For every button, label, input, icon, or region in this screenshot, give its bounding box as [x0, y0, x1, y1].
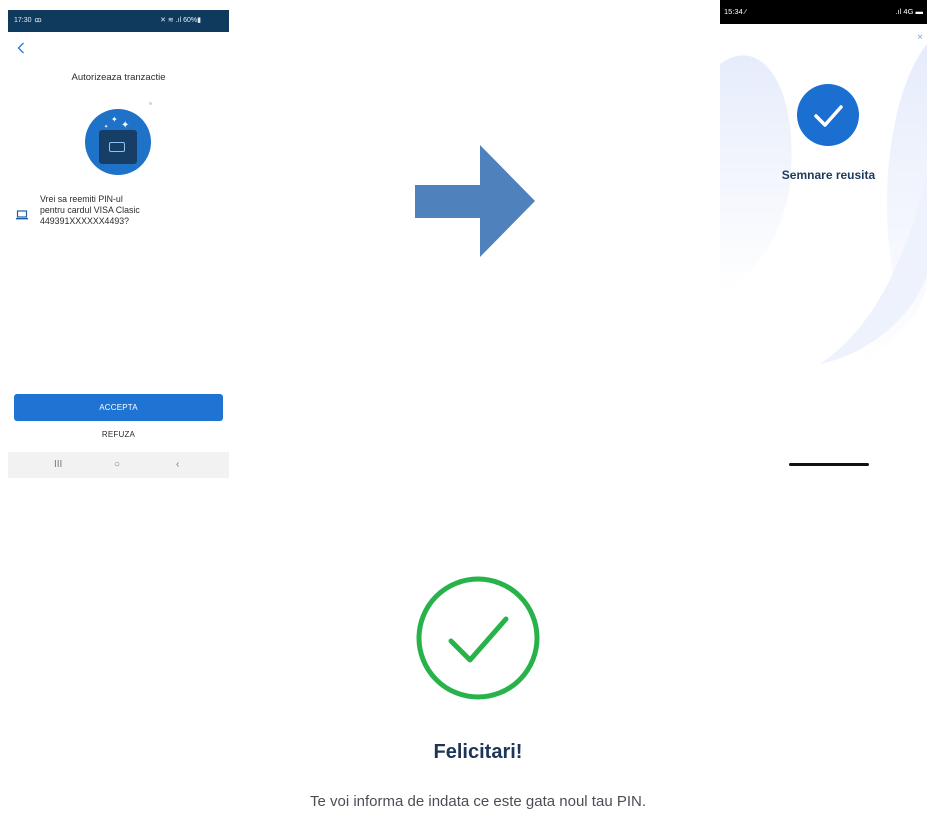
flow-arrow-icon — [415, 145, 535, 257]
back-icon[interactable] — [17, 42, 29, 56]
status-time: 15:34 ⁄ — [724, 7, 747, 16]
card-pin-illustration-icon: ✦ ✦ ✦ — [85, 109, 151, 175]
congrats-message: Te voi informa de indata ce este gata no… — [309, 793, 647, 810]
decorative-dot — [149, 102, 152, 105]
question-line: 449391XXXXXX4493? — [40, 216, 130, 226]
close-icon[interactable]: × — [917, 32, 923, 43]
status-bar: 17:30 ꝏ ✕ ≋ .ıl 60%▮ — [8, 10, 229, 32]
success-sheet: × Semnare reusita — [720, 24, 927, 470]
signing-success-screen: 15:34 ⁄ .ıl 4G ▬ × Semnare reusita — [720, 0, 927, 470]
question-line: pentru cardul VISA Clasic — [40, 205, 140, 215]
refuse-button[interactable]: REFUZA — [8, 430, 229, 439]
status-bar: 15:34 ⁄ .ıl 4G ▬ — [720, 0, 927, 24]
accept-button[interactable]: ACCEPTA — [14, 394, 223, 421]
success-check-icon — [416, 576, 540, 700]
pin-reissue-question: Vrei sa reemiti PIN-ul pentru cardul VIS… — [40, 194, 215, 227]
check-circle-icon — [797, 84, 859, 146]
laptop-icon — [16, 210, 28, 220]
congrats-title: Felicitari! — [433, 741, 523, 763]
page-title: Autorizeaza tranzactie — [71, 72, 166, 83]
recents-icon[interactable]: III — [54, 459, 62, 470]
home-indicator[interactable] — [789, 463, 869, 466]
status-time: 17:30 ꝏ — [14, 17, 42, 24]
authorize-screen: 17:30 ꝏ ✕ ≋ .ıl 60%▮ Autorizeaza tranzact… — [8, 10, 229, 478]
back-nav-icon[interactable]: ‹ — [176, 459, 179, 470]
android-nav-bar: III ○ ‹ — [8, 452, 229, 478]
home-icon[interactable]: ○ — [114, 459, 120, 470]
status-indicators: .ıl 4G ▬ — [895, 7, 923, 16]
question-line: Vrei sa reemiti PIN-ul — [40, 194, 123, 204]
status-indicators: ✕ ≋ .ıl 60%▮ — [160, 17, 201, 24]
success-message: Semnare reusita — [781, 168, 876, 182]
